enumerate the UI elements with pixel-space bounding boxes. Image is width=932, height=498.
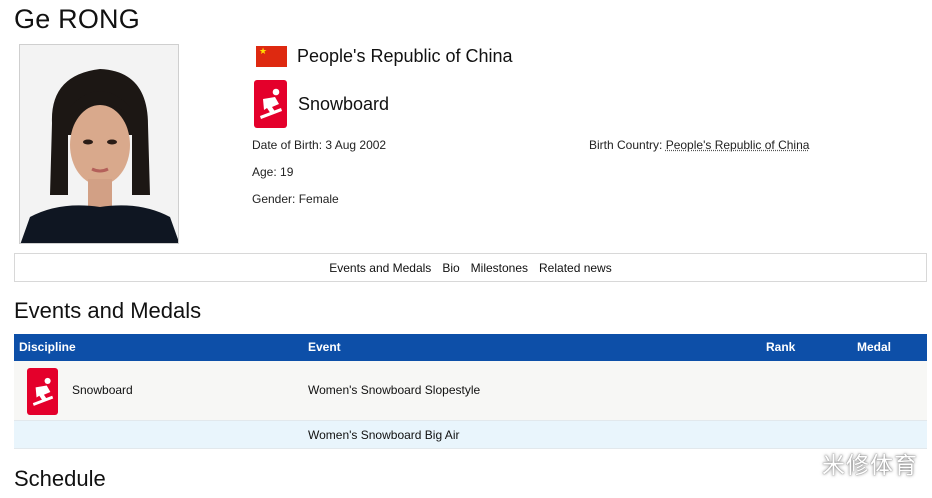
table-header: Discipline Event Rank Medal bbox=[14, 334, 927, 361]
table-row[interactable]: Snowboard Women's Snowboard Slopestyle bbox=[14, 361, 927, 421]
subnav-events-and-medals[interactable]: Events and Medals bbox=[329, 261, 431, 275]
age: Age: 19 bbox=[252, 165, 293, 179]
gender: Gender: Female bbox=[252, 192, 339, 206]
header-rank: Rank bbox=[766, 340, 796, 354]
dob-label: Date of Birth: bbox=[252, 138, 323, 152]
sport-row: Snowboard bbox=[254, 80, 389, 128]
subnav-milestones[interactable]: Milestones bbox=[471, 261, 528, 275]
gender-value: Female bbox=[298, 192, 339, 206]
subnav-related-news[interactable]: Related news bbox=[539, 261, 612, 275]
gender-label: Gender: bbox=[252, 192, 296, 206]
schedule-title: Schedule bbox=[14, 466, 106, 491]
sport-name: Snowboard bbox=[298, 93, 390, 114]
events-table: Discipline Event Rank Medal Snowboard Wo… bbox=[14, 334, 927, 449]
athlete-photo bbox=[19, 44, 179, 244]
athlete-name: Ge RONG bbox=[14, 4, 140, 34]
events-and-medals-title: Events and Medals bbox=[14, 298, 202, 323]
dob-value: 3 Aug 2002 bbox=[325, 138, 387, 152]
birth-country-link[interactable]: People's Republic of China bbox=[666, 138, 810, 152]
birth-country: Birth Country: People's Republic of Chin… bbox=[589, 138, 809, 152]
table-row[interactable]: Women's Snowboard Big Air bbox=[14, 421, 927, 449]
row-discipline: Snowboard bbox=[72, 383, 133, 397]
header-event: Event bbox=[308, 340, 341, 354]
row-event: Women's Snowboard Big Air bbox=[308, 428, 460, 442]
header-discipline: Discipline bbox=[19, 340, 76, 354]
header-medal: Medal bbox=[857, 340, 892, 354]
country-name: People's Republic of China bbox=[297, 46, 513, 66]
age-label: Age: bbox=[252, 165, 277, 179]
date-of-birth: Date of Birth: 3 Aug 2002 bbox=[252, 138, 386, 152]
age-value: 19 bbox=[280, 165, 294, 179]
watermark-text: 米修体育 bbox=[822, 453, 918, 479]
snowboard-pictogram-icon bbox=[254, 80, 287, 128]
china-flag-icon: ★ bbox=[256, 46, 287, 67]
birth-country-label: Birth Country: bbox=[589, 138, 663, 152]
row-event: Women's Snowboard Slopestyle bbox=[308, 383, 481, 397]
subnav-bio[interactable]: Bio bbox=[442, 261, 459, 275]
country-row: ★ People's Republic of China bbox=[256, 46, 513, 67]
profile-subnav: Events and Medals Bio Milestones Related… bbox=[14, 253, 927, 282]
snowboard-pictogram-icon bbox=[27, 368, 58, 415]
